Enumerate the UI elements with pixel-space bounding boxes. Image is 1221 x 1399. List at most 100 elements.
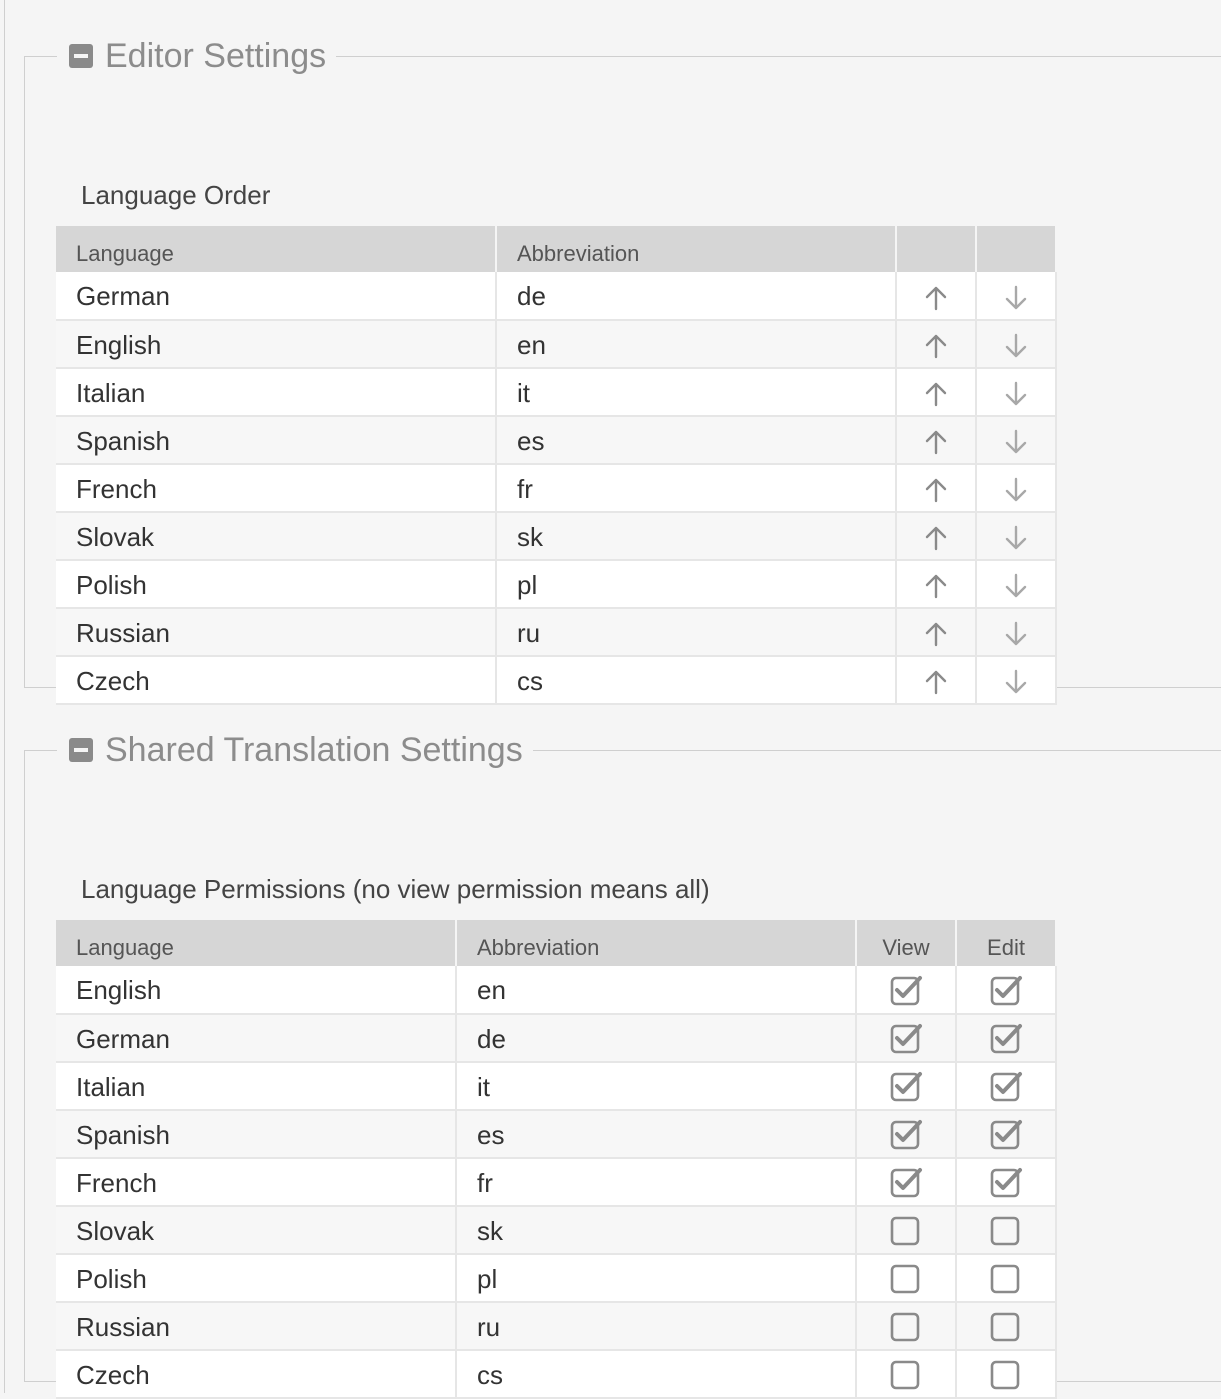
move-up-cell[interactable] [896,608,977,657]
arrow-up-icon[interactable] [921,667,951,697]
arrow-down-icon[interactable] [1001,379,1031,409]
language-cell: Spanish [56,416,497,465]
view-cell[interactable] [856,1206,957,1255]
table-row: Spanish es [56,416,1057,465]
column-header-move-up [895,226,977,272]
abbreviation-cell: en [456,966,857,1015]
move-up-cell[interactable] [896,368,977,417]
view-cell[interactable] [856,1350,957,1399]
view-checkbox[interactable] [889,1214,923,1248]
shared-translation-settings-section: Shared Translation Settings Language Per… [24,730,1221,1399]
move-up-cell[interactable] [896,512,977,561]
move-up-cell[interactable] [896,656,977,705]
edit-checkbox[interactable] [989,1358,1023,1392]
column-header-language[interactable]: Language [56,226,497,272]
edit-cell[interactable] [956,1302,1057,1351]
edit-checkbox[interactable] [989,1310,1023,1344]
view-cell[interactable] [856,1254,957,1303]
arrow-up-icon[interactable] [921,571,951,601]
view-cell[interactable] [856,1158,957,1207]
view-checkbox[interactable] [889,1262,923,1296]
edit-checkbox[interactable] [989,1262,1023,1296]
arrow-up-icon[interactable] [921,619,951,649]
view-cell[interactable] [856,1302,957,1351]
arrow-up-icon[interactable] [921,331,951,361]
arrow-up-icon[interactable] [921,427,951,457]
abbreviation-cell: sk [456,1206,857,1255]
view-checkbox[interactable] [889,1358,923,1392]
abbreviation-cell: pl [456,1254,857,1303]
language-cell: Polish [56,1254,457,1303]
shared-translation-settings-title: Shared Translation Settings [105,731,523,769]
column-header-language[interactable]: Language [56,920,457,966]
collapse-icon[interactable] [69,738,93,762]
edit-cell[interactable] [956,1062,1057,1111]
edit-cell[interactable] [956,1110,1057,1159]
arrow-down-icon[interactable] [1001,427,1031,457]
view-cell[interactable] [856,966,957,1015]
view-cell[interactable] [856,1110,957,1159]
view-checkbox[interactable] [889,1070,923,1104]
edit-checkbox[interactable] [989,1070,1023,1104]
move-down-cell[interactable] [976,416,1057,465]
arrow-down-icon[interactable] [1001,475,1031,505]
edit-cell[interactable] [956,966,1057,1015]
move-up-cell[interactable] [896,416,977,465]
move-down-cell[interactable] [976,512,1057,561]
editor-settings-legend: Editor Settings [57,36,336,76]
move-down-cell[interactable] [976,608,1057,657]
arrow-up-icon[interactable] [921,379,951,409]
edit-checkbox[interactable] [989,1166,1023,1200]
move-up-cell[interactable] [896,464,977,513]
view-checkbox[interactable] [889,1166,923,1200]
move-down-cell[interactable] [976,368,1057,417]
table-row: Spanish es [56,1110,1057,1159]
column-header-edit[interactable]: Edit [955,920,1057,966]
arrow-down-icon[interactable] [1001,283,1031,313]
collapse-icon[interactable] [69,44,93,68]
move-down-cell[interactable] [976,656,1057,705]
view-checkbox[interactable] [889,1118,923,1152]
arrow-up-icon[interactable] [921,523,951,553]
arrow-down-icon[interactable] [1001,619,1031,649]
move-down-cell[interactable] [976,320,1057,369]
view-checkbox[interactable] [889,974,923,1008]
view-checkbox[interactable] [889,1310,923,1344]
move-down-cell[interactable] [976,464,1057,513]
table-row: Polish pl [56,560,1057,609]
column-header-abbreviation[interactable]: Abbreviation [495,226,897,272]
edit-cell[interactable] [956,1206,1057,1255]
column-header-abbreviation[interactable]: Abbreviation [455,920,857,966]
edit-cell[interactable] [956,1254,1057,1303]
language-cell: Polish [56,560,497,609]
language-permissions-title: Language Permissions (no view permission… [81,874,710,904]
arrow-up-icon[interactable] [921,475,951,505]
language-cell: Czech [56,656,497,705]
edit-checkbox[interactable] [989,1214,1023,1248]
edit-cell[interactable] [956,1158,1057,1207]
move-up-cell[interactable] [896,320,977,369]
view-cell[interactable] [856,1062,957,1111]
move-up-cell[interactable] [896,272,977,321]
move-up-cell[interactable] [896,560,977,609]
table-row: Czech cs [56,1350,1057,1399]
arrow-down-icon[interactable] [1001,667,1031,697]
edit-checkbox[interactable] [989,1118,1023,1152]
arrow-down-icon[interactable] [1001,523,1031,553]
move-down-cell[interactable] [976,560,1057,609]
abbreviation-cell: fr [496,464,897,513]
view-checkbox[interactable] [889,1022,923,1056]
left-border [4,0,5,1393]
move-down-cell[interactable] [976,272,1057,321]
edit-cell[interactable] [956,1014,1057,1063]
edit-checkbox[interactable] [989,1022,1023,1056]
view-cell[interactable] [856,1014,957,1063]
language-cell: Slovak [56,512,497,561]
language-cell: German [56,1014,457,1063]
arrow-down-icon[interactable] [1001,331,1031,361]
column-header-view[interactable]: View [855,920,957,966]
edit-checkbox[interactable] [989,974,1023,1008]
arrow-down-icon[interactable] [1001,571,1031,601]
edit-cell[interactable] [956,1350,1057,1399]
arrow-up-icon[interactable] [921,283,951,313]
